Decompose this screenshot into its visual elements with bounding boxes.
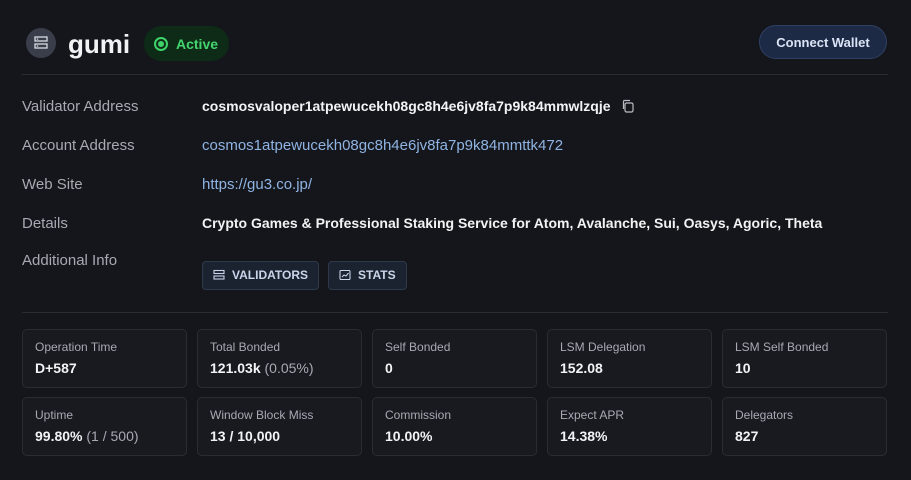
details-description: Crypto Games & Professional Staking Serv… — [202, 215, 823, 231]
chart-icon — [339, 269, 351, 281]
stat-label: Delegators — [735, 408, 794, 422]
detail-label: Account Address — [22, 136, 135, 154]
stat-card-window-block-miss: Window Block Miss 13 / 10,000 — [197, 397, 362, 456]
stat-value: 99.80% — [35, 428, 83, 444]
stat-card-self-bonded: Self Bonded 0 — [372, 329, 537, 388]
stats-tag[interactable]: STATS — [328, 260, 407, 290]
server-icon — [213, 269, 225, 280]
stat-value: 14.38% — [560, 428, 608, 444]
header: gumi Active Connect Wallet — [0, 0, 911, 75]
account-address-link[interactable]: cosmos1atpewucekh08gc8h4e6jv8fa7p9k84mmt… — [202, 137, 563, 154]
stat-value: 10 — [735, 360, 751, 376]
stat-card-expect-apr: Expect APR 14.38% — [547, 397, 712, 456]
stat-label: Self Bonded — [385, 340, 451, 354]
stat-card-operation-time: Operation Time D+587 — [22, 329, 187, 388]
validator-name: gumi — [68, 29, 131, 59]
stat-label: LSM Self Bonded — [735, 340, 829, 354]
status-text: Active — [176, 35, 219, 52]
stat-card-commission: Commission 10.00% — [372, 397, 537, 456]
copy-icon[interactable] — [621, 99, 635, 113]
stat-card-lsm-delegation: LSM Delegation 152.08 — [547, 329, 712, 388]
website-link[interactable]: https://gu3.co.jp/ — [202, 176, 312, 193]
stat-value: 10.00% — [385, 428, 433, 444]
detail-label: Web Site — [22, 175, 83, 193]
stat-label: Commission — [385, 408, 452, 422]
stat-value: 121.03k — [210, 360, 261, 376]
stat-value: 152.08 — [560, 360, 603, 376]
detail-row-validator-address: Validator Address cosmosvaloper1atpewuce… — [22, 94, 888, 118]
stat-label: Expect APR — [560, 408, 625, 422]
connect-wallet-button[interactable]: Connect Wallet — [759, 25, 887, 59]
header-divider — [22, 74, 888, 75]
validators-tag-label: VALIDATORS — [232, 268, 309, 282]
detail-value: cosmosvaloper1atpewucekh08gc8h4e6jv8fa7p… — [202, 98, 635, 114]
detail-label: Details — [22, 214, 68, 232]
detail-row-details: Details Crypto Games & Professional Stak… — [22, 211, 888, 235]
stat-card-lsm-self-bonded: LSM Self Bonded 10 — [722, 329, 887, 388]
stat-label: Uptime — [35, 408, 74, 422]
section-divider — [22, 312, 888, 313]
stats-tag-label: STATS — [358, 268, 396, 282]
tag-group: VALIDATORS STATS — [202, 260, 416, 290]
detail-row-account-address: Account Address cosmos1atpewucekh08gc8h4… — [22, 133, 888, 157]
detail-row-additional-info: Additional Info VALIDATORS STATS — [22, 250, 888, 290]
detail-label: Additional Info — [22, 252, 118, 269]
stat-value: 13 / 10,000 — [210, 428, 281, 444]
stat-sub: (1 / 500) — [82, 428, 139, 444]
detail-row-website: Web Site https://gu3.co.jp/ — [22, 172, 888, 196]
stat-label: Operation Time — [35, 340, 118, 354]
stat-value: 0 — [385, 360, 393, 376]
stat-card-delegators: Delegators 827 — [722, 397, 887, 456]
validator-address: cosmosvaloper1atpewucekh08gc8h4e6jv8fa7p… — [202, 98, 611, 114]
status-dot-icon — [154, 36, 168, 51]
stat-label: Total Bonded — [210, 340, 281, 354]
detail-label: Validator Address — [22, 97, 139, 115]
status-badge: Active — [144, 26, 229, 61]
validator-logo-server-icon — [26, 28, 56, 58]
stat-sub: (0.05%) — [260, 360, 314, 376]
stat-card-total-bonded: Total Bonded 121.03k (0.05%) — [197, 329, 362, 388]
stat-label: Window Block Miss — [210, 408, 314, 422]
stat-label: LSM Delegation — [560, 340, 646, 354]
stat-value: 827 — [735, 428, 759, 444]
stat-card-uptime: Uptime 99.80% (1 / 500) — [22, 397, 187, 456]
validators-tag[interactable]: VALIDATORS — [202, 260, 320, 290]
stat-value: D+587 — [35, 360, 77, 376]
